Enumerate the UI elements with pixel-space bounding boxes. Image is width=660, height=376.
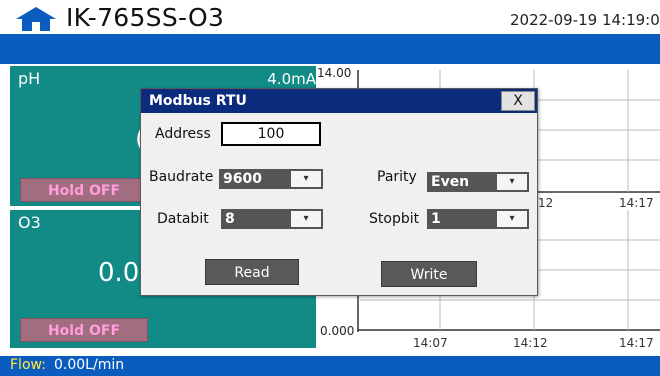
- lower-chart-y-min: 0.000: [320, 324, 355, 338]
- chevron-down-icon[interactable]: ▾: [291, 211, 321, 227]
- close-button[interactable]: X: [501, 91, 535, 111]
- top-blue-bar: [0, 34, 660, 64]
- address-label: Address: [155, 126, 211, 142]
- o3-value: 0.0: [98, 258, 140, 288]
- flow-value: 0.00L/min: [54, 357, 125, 373]
- o3-title: O3: [18, 213, 41, 232]
- baudrate-select[interactable]: 9600 ▾: [219, 169, 323, 189]
- modbus-rtu-dialog: Modbus RTU X Address 100 Baudrate 9600 ▾…: [140, 88, 538, 296]
- device-title: IK-765SS-O3: [66, 3, 225, 32]
- ph-title: pH: [18, 69, 41, 88]
- chevron-down-icon[interactable]: ▾: [497, 174, 527, 190]
- dialog-title: Modbus RTU: [149, 93, 247, 109]
- o3-hold-button[interactable]: Hold OFF: [20, 318, 148, 342]
- parity-select[interactable]: Even ▾: [427, 172, 529, 192]
- databit-label: Databit: [157, 211, 209, 227]
- address-input[interactable]: 100: [221, 122, 321, 146]
- databit-select[interactable]: 8 ▾: [221, 209, 323, 229]
- datetime: 2022-09-19 14:19:07: [510, 11, 660, 29]
- lower-x-tick: 14:12: [513, 336, 548, 350]
- baudrate-value: 9600: [223, 171, 262, 187]
- flow-label: Flow:: [10, 357, 46, 373]
- lower-x-tick: 14:07: [413, 336, 448, 350]
- stopbit-label: Stopbit: [369, 211, 420, 227]
- parity-value: Even: [431, 174, 470, 190]
- footer-bar: Flow: 0.00L/min: [0, 356, 660, 376]
- chevron-down-icon[interactable]: ▾: [291, 171, 321, 187]
- lower-x-tick: 14:17: [619, 336, 654, 350]
- header: IK-765SS-O3 2022-09-19 14:19:07: [0, 0, 660, 34]
- databit-value: 8: [225, 211, 235, 227]
- upper-x-tick: 12: [538, 196, 554, 210]
- ph-current-output: 4.0mA: [267, 70, 316, 88]
- dialog-titlebar: Modbus RTU X: [141, 89, 537, 113]
- stopbit-value: 1: [431, 211, 441, 227]
- stopbit-select[interactable]: 1 ▾: [427, 209, 529, 229]
- read-button[interactable]: Read: [205, 259, 299, 285]
- upper-chart-y-max: 14.00: [317, 66, 352, 80]
- parity-label: Parity: [377, 169, 417, 185]
- chevron-down-icon[interactable]: ▾: [497, 211, 527, 227]
- baudrate-label: Baudrate: [149, 169, 214, 185]
- upper-x-tick: 14:17: [619, 196, 654, 210]
- home-icon[interactable]: [14, 6, 58, 32]
- write-button[interactable]: Write: [381, 261, 477, 287]
- ph-hold-button[interactable]: Hold OFF: [20, 178, 148, 202]
